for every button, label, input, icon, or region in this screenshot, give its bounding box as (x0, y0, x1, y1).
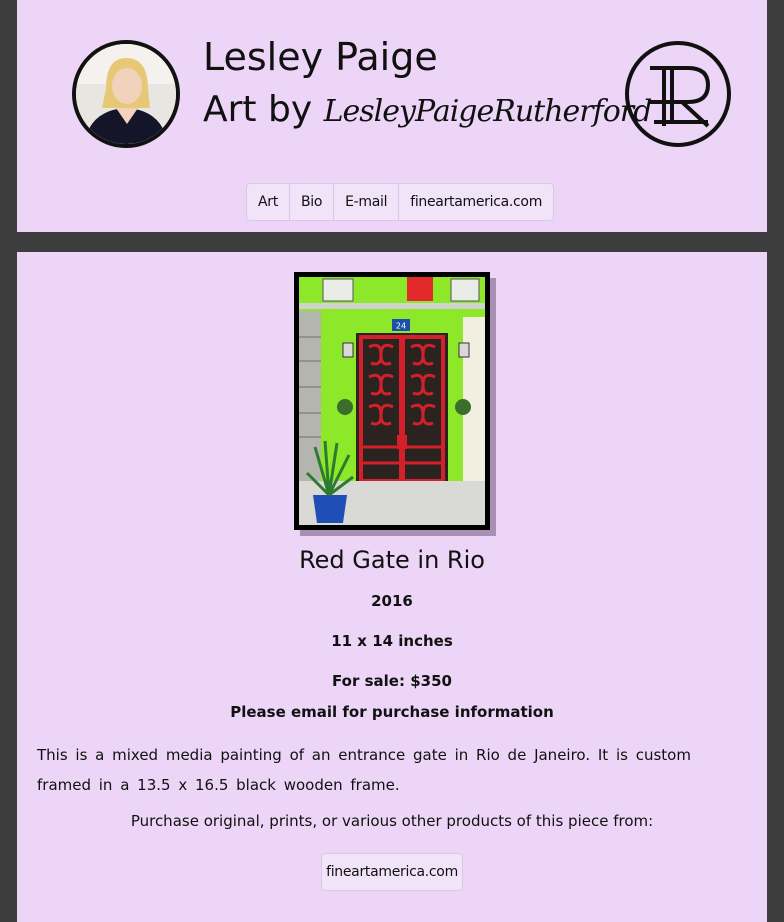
site-header: Lesley Paige Art by LesleyPaigeRutherfor… (17, 0, 767, 232)
artwork-image[interactable]: 24 (294, 272, 490, 530)
fineartamerica-button[interactable]: fineartamerica.com (321, 853, 463, 891)
purchase-note: Please email for purchase information (230, 703, 554, 721)
nav-art[interactable]: Art (247, 184, 290, 220)
artist-signature: LesleyPaigeRutherford (323, 94, 653, 129)
purchase-text: Purchase original, prints, or various ot… (130, 812, 654, 830)
site-title: Lesley Paige (203, 35, 438, 79)
svg-text:24: 24 (396, 322, 406, 331)
artwork-title: Red Gate in Rio (299, 546, 485, 574)
subtitle-prefix: Art by (203, 89, 313, 130)
artwork-panel: 24 Red Gate in Rio 2016 11 x 14 inches F… (17, 252, 767, 922)
nav-email[interactable]: E-mail (334, 184, 400, 220)
artwork-dimensions: 11 x 14 inches (331, 632, 453, 650)
artwork-description: This is a mixed media painting of an ent… (37, 746, 691, 794)
artwork-year: 2016 (371, 592, 413, 610)
nav-bio[interactable]: Bio (290, 184, 335, 220)
main-nav: Art Bio E-mail fineartamerica.com (246, 183, 555, 221)
artwork-frame[interactable]: 24 (294, 272, 496, 536)
pr-monogram-icon (624, 40, 732, 148)
site-subtitle: Art by LesleyPaigeRutherford (203, 89, 653, 130)
nav-fineartamerica[interactable]: fineartamerica.com (399, 184, 553, 220)
artwork-price: For sale: $350 (332, 672, 452, 690)
artist-avatar (72, 40, 180, 148)
